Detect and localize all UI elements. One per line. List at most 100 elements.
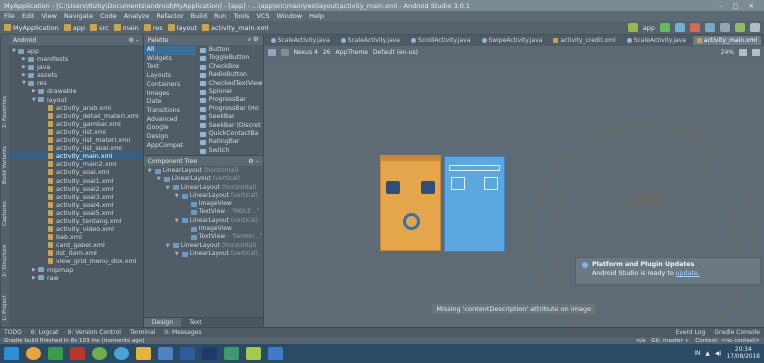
palette-widget-item[interactable]: ProgressBar: [197, 96, 263, 104]
component-tree-node[interactable]: ▼ LinearLayout (horizontal): [144, 242, 263, 250]
component-tree-node[interactable]: ▼ LinearLayout (horizontal): [144, 184, 263, 192]
sdk-manager-icon[interactable]: [735, 23, 745, 32]
tree-file-item[interactable]: activity_main.xml: [9, 152, 143, 161]
palette-search-icon[interactable]: ⌕ ⚙: [248, 36, 259, 44]
start-icon[interactable]: [4, 347, 19, 360]
tree-file-item[interactable]: card_gabel.xml: [9, 241, 143, 249]
tree-file-item[interactable]: activity_arab.xml: [9, 104, 143, 112]
editor-tab[interactable]: SwipeActivity.java: [478, 36, 547, 45]
filezilla-icon[interactable]: [70, 347, 85, 360]
gradle-console-tool-tab[interactable]: Gradle Console: [714, 329, 760, 336]
menu-tools[interactable]: Tools: [233, 12, 249, 20]
palette-category-all[interactable]: All: [143, 46, 196, 55]
vm-icon[interactable]: [268, 347, 283, 360]
messages-tool-tab[interactable]: 0: Messages: [164, 329, 201, 336]
breadcrumb-item[interactable]: res: [143, 24, 163, 32]
palette-category-containers[interactable]: Containers: [144, 81, 196, 90]
palette-widget-item[interactable]: RadioButton: [197, 71, 263, 79]
preview-image-2[interactable]: [420, 181, 435, 194]
breadcrumb-item[interactable]: MyApplication: [4, 24, 59, 32]
editor-tab[interactable]: activity_main.xml: [692, 36, 761, 45]
palette-category-design[interactable]: Design: [144, 133, 196, 142]
component-tree-gear-icon[interactable]: ⚙ –: [248, 158, 258, 165]
design-preview[interactable]: [379, 155, 441, 251]
palette-category-advanced[interactable]: Advanced: [144, 116, 196, 125]
minimize-button[interactable]: –: [719, 2, 722, 10]
palette-widget-item[interactable]: Spinner: [197, 88, 263, 96]
palette-category-transitions[interactable]: Transitions: [144, 107, 196, 116]
editor-tab[interactable]: ScaleActivity.java: [623, 36, 690, 45]
menu-help[interactable]: Help: [309, 12, 324, 20]
context-indicator[interactable]: Context: <no context>: [695, 338, 760, 344]
menu-code[interactable]: Code: [100, 12, 117, 20]
android-studio-icon[interactable]: [92, 347, 107, 360]
zoom-in-icon[interactable]: [739, 48, 747, 56]
palette-widget-item[interactable]: Button: [197, 46, 263, 54]
preview-image-1[interactable]: [385, 181, 400, 194]
tree-file-item[interactable]: activity_main2.xml: [9, 160, 143, 168]
device-select[interactable]: Nexus 4: [294, 49, 318, 56]
update-notification[interactable]: Platform and Plugin Updates Android Stud…: [575, 257, 761, 285]
menu-vcs[interactable]: VCS: [256, 12, 269, 20]
explorer-icon[interactable]: [26, 347, 41, 360]
notes-icon[interactable]: [136, 347, 151, 360]
component-tree-node[interactable]: TextView - "MOLE...": [144, 208, 263, 216]
palette-widget-item[interactable]: SeekBar: [197, 113, 263, 121]
zoom-out-icon[interactable]: [752, 48, 760, 56]
tree-folder-item[interactable]: ▼ layout: [9, 96, 143, 104]
component-tree-node[interactable]: ImageView: [144, 200, 263, 208]
tree-file-item[interactable]: activity_soal1.xml: [9, 177, 143, 185]
component-tree-node[interactable]: ▼ LinearLayout (vertical): [144, 250, 263, 258]
tab-text[interactable]: Text: [181, 318, 210, 327]
search-everywhere-icon[interactable]: [750, 23, 760, 32]
palette-widget-item[interactable]: SeekBar (Discret: [197, 122, 263, 130]
debug-icon[interactable]: [675, 23, 685, 32]
tree-file-item[interactable]: activity_list_materi.xml: [9, 136, 143, 144]
tree-file-item[interactable]: list_item.xml: [9, 249, 143, 257]
tab-design[interactable]: Design: [143, 318, 182, 327]
tree-file-item[interactable]: activity_tentang.xml: [9, 217, 143, 225]
design-canvas[interactable]: Missing 'contentDescription' attribute o…: [263, 58, 764, 352]
terminal-tool-tab[interactable]: Terminal: [130, 329, 155, 336]
stop-icon[interactable]: [690, 23, 700, 32]
palette-widget-item[interactable]: CheckedTextView: [197, 80, 263, 88]
tree-folder-item[interactable]: ▶ assets: [9, 71, 143, 79]
hammer-icon[interactable]: [627, 23, 638, 32]
menu-navigate[interactable]: Navigate: [64, 12, 93, 20]
run-icon[interactable]: [660, 23, 670, 32]
locale-select[interactable]: Default (en-us): [373, 49, 418, 56]
breadcrumb-item[interactable]: src: [90, 24, 109, 32]
tree-file-item[interactable]: activity_video.xml: [9, 225, 143, 233]
tree-folder-item[interactable]: ▶ mipmap: [9, 266, 143, 274]
component-tree-node[interactable]: TextView - "termin...": [144, 233, 263, 241]
tree-file-item[interactable]: activity_soal5.xml: [9, 209, 143, 217]
maximize-button[interactable]: □: [732, 2, 738, 10]
editor-tab[interactable]: ScrollActivity.java: [407, 36, 475, 45]
project-view-selector[interactable]: Android: [13, 37, 36, 44]
component-tree-node[interactable]: ▼ LinearLayout (vertical): [144, 217, 263, 225]
palette-category-layouts[interactable]: Layouts: [144, 72, 196, 81]
breadcrumb-item[interactable]: main: [113, 24, 139, 32]
python-icon[interactable]: [158, 347, 173, 360]
breadcrumb-item[interactable]: app: [63, 24, 85, 32]
component-tree-node[interactable]: ▼ LinearLayout (vertical): [144, 192, 263, 200]
editor-tab[interactable]: ScaleActivity.java: [267, 36, 334, 45]
run-config-select[interactable]: app: [643, 24, 655, 32]
clock[interactable]: 20:34 17/08/2018: [727, 347, 760, 361]
menu-build[interactable]: Build: [191, 12, 207, 20]
app-icon[interactable]: [224, 347, 239, 360]
tree-file-item[interactable]: activity_gambar.xml: [9, 120, 143, 128]
theme-select[interactable]: AppTheme: [335, 49, 367, 56]
close-button[interactable]: ✕: [749, 2, 754, 10]
palette-category-appcompat[interactable]: AppCompat: [144, 142, 196, 151]
tree-folder-item[interactable]: ▶ raw: [9, 274, 143, 282]
sync-icon[interactable]: [705, 23, 715, 32]
editor-tab[interactable]: activity_credit.xml: [549, 36, 619, 45]
media-player-icon[interactable]: [48, 347, 63, 360]
chrome-icon[interactable]: [114, 347, 129, 360]
volume-icon[interactable]: ◀): [715, 351, 722, 357]
component-tree-node[interactable]: ImageView: [144, 225, 263, 233]
menu-window[interactable]: Window: [277, 12, 303, 20]
tree-folder-item[interactable]: ▶ manifests: [9, 55, 143, 63]
menu-analyze[interactable]: Analyze: [124, 12, 150, 20]
